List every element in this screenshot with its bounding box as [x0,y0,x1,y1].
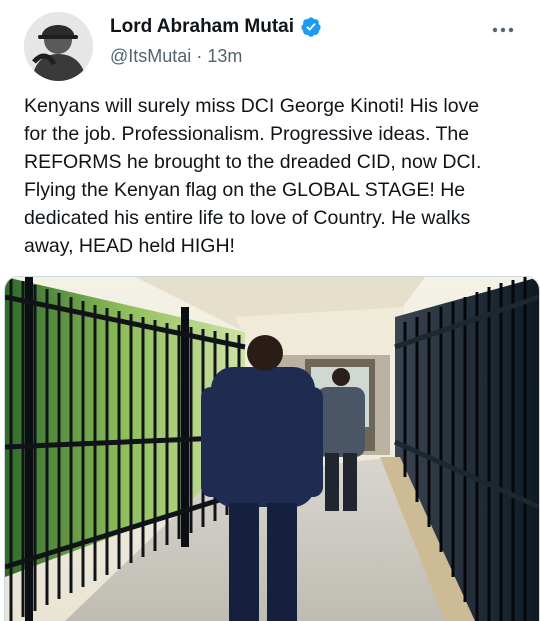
separator-dot: · [196,46,203,66]
profile-avatar[interactable] [24,12,93,81]
tweet-photo[interactable] [4,276,540,621]
author-handle-row: @ItsMutai · 13m [110,46,242,67]
author-handle[interactable]: @ItsMutai [110,46,191,66]
timestamp[interactable]: 13m [207,46,242,66]
photo-corridor-image [5,277,539,621]
verified-badge-icon [300,16,322,38]
more-options-icon[interactable] [490,20,516,40]
avatar-image [24,12,93,81]
tweet-text: Kenyans will surely miss DCI George Kino… [24,95,482,257]
tweet-card[interactable]: Lord Abraham Mutai @ItsMutai · 13m Kenya… [0,0,540,621]
author-display-name[interactable]: Lord Abraham Mutai [110,16,294,38]
author-name-row: Lord Abraham Mutai [110,16,322,38]
